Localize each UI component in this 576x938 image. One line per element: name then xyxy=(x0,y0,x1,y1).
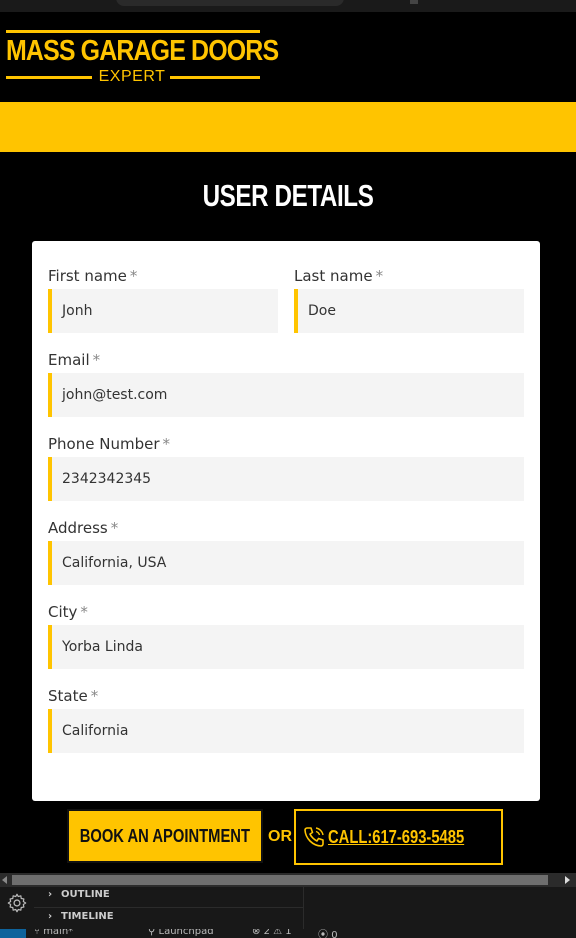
call-label: CALL:617-693-5485 xyxy=(328,826,465,847)
address-bar[interactable] xyxy=(116,0,344,6)
scroll-left-arrow-icon[interactable] xyxy=(2,876,7,884)
error-count: 2 xyxy=(263,929,270,937)
required-marker: * xyxy=(129,267,138,285)
book-appointment-label: BOOK AN APOINTMENT xyxy=(79,825,251,846)
cta-row: BOOK AN APOINTMENT OR CALL:617-693-5485 xyxy=(0,806,576,870)
chevron-right-icon: › xyxy=(48,910,53,922)
first-name-label: First name * xyxy=(48,267,137,285)
address-label-text: Address xyxy=(48,519,108,537)
problems-status[interactable]: ⊗ 2 ⚠ 1 xyxy=(252,929,292,937)
state-field[interactable]: California xyxy=(48,709,524,753)
city-label-text: City xyxy=(48,603,78,621)
browser-top-strip xyxy=(0,0,576,12)
address-field[interactable]: California, USA xyxy=(48,541,524,585)
last-name-label-text: Last name xyxy=(294,267,373,285)
nav-band xyxy=(0,102,576,152)
logo-main-text: MASS GARAGE DOORS xyxy=(6,35,279,67)
branch-status[interactable]: ⑂ main* xyxy=(34,929,73,937)
page-title: USER DETAILS xyxy=(202,178,374,213)
email-value: john@test.com xyxy=(62,387,168,403)
or-separator: OR xyxy=(268,828,292,845)
logo-top-rule xyxy=(6,30,260,33)
email-label: Email * xyxy=(48,351,100,369)
city-value: Yorba Linda xyxy=(62,639,143,655)
state-label-text: State xyxy=(48,687,88,705)
phone-field[interactable]: 2342342345 xyxy=(48,457,524,501)
book-appointment-button[interactable]: BOOK AN APOINTMENT xyxy=(67,809,263,863)
email-field[interactable]: john@test.com xyxy=(48,373,524,417)
launchpad-label: Launchpad xyxy=(158,929,214,937)
required-marker: * xyxy=(90,687,99,705)
user-details-form: First name * Jonh Last name * Doe Email * j… xyxy=(32,241,540,801)
logo-rule-right xyxy=(170,76,260,79)
call-button[interactable]: CALL:617-693-5485 xyxy=(294,809,503,865)
launchpad-status[interactable]: ⚲ Launchpad xyxy=(148,929,214,937)
explorer-sections: › OUTLINE › TIMELINE xyxy=(34,887,304,929)
warning-count: 1 xyxy=(285,929,292,937)
first-name-field[interactable]: Jonh xyxy=(48,289,278,333)
logo-sub-text: EXPERT xyxy=(98,68,166,85)
last-name-value: Doe xyxy=(308,303,336,319)
first-name-value: Jonh xyxy=(62,303,93,319)
remote-indicator[interactable] xyxy=(0,929,26,938)
state-label: State * xyxy=(48,687,98,705)
city-label: City * xyxy=(48,603,88,621)
required-marker: * xyxy=(80,603,88,621)
address-value: California, USA xyxy=(62,555,167,571)
logo-rule-left xyxy=(6,76,92,79)
first-name-label-text: First name xyxy=(48,267,127,285)
branch-name: main* xyxy=(43,929,74,937)
phone-icon xyxy=(304,827,325,847)
required-marker: * xyxy=(110,519,119,537)
gear-icon[interactable] xyxy=(6,892,28,914)
phone-value: 2342342345 xyxy=(62,471,152,487)
ports-status[interactable]: ⦿ 0 xyxy=(318,929,338,938)
outline-section[interactable]: › OUTLINE xyxy=(48,884,110,904)
email-label-text: Email xyxy=(48,351,90,369)
address-label: Address * xyxy=(48,519,118,537)
site-logo[interactable]: MASS GARAGE DOORS EXPERT xyxy=(6,30,279,85)
scroll-right-arrow-icon[interactable] xyxy=(565,876,570,884)
timeline-section[interactable]: › TIMELINE xyxy=(48,906,114,926)
outline-label: OUTLINE xyxy=(61,888,110,900)
activity-bar xyxy=(0,887,34,929)
city-field[interactable]: Yorba Linda xyxy=(48,625,524,669)
last-name-field[interactable]: Doe xyxy=(294,289,524,333)
required-marker: * xyxy=(375,267,384,285)
timeline-label: TIMELINE xyxy=(61,910,114,922)
required-marker: * xyxy=(92,351,101,369)
state-value: California xyxy=(62,723,129,739)
editor-side-panel: › OUTLINE › TIMELINE xyxy=(0,887,576,929)
phone-label: Phone Number * xyxy=(48,435,170,453)
required-marker: * xyxy=(162,435,171,453)
toolbar-indicator xyxy=(410,0,418,4)
ports-count: 0 xyxy=(331,930,338,938)
chevron-right-icon: › xyxy=(48,888,53,900)
phone-label-text: Phone Number xyxy=(48,435,160,453)
status-bar: ⑂ main* ⚲ Launchpad ⊗ 2 ⚠ 1 ⦿ 0 xyxy=(0,929,576,938)
last-name-label: Last name * xyxy=(294,267,383,285)
